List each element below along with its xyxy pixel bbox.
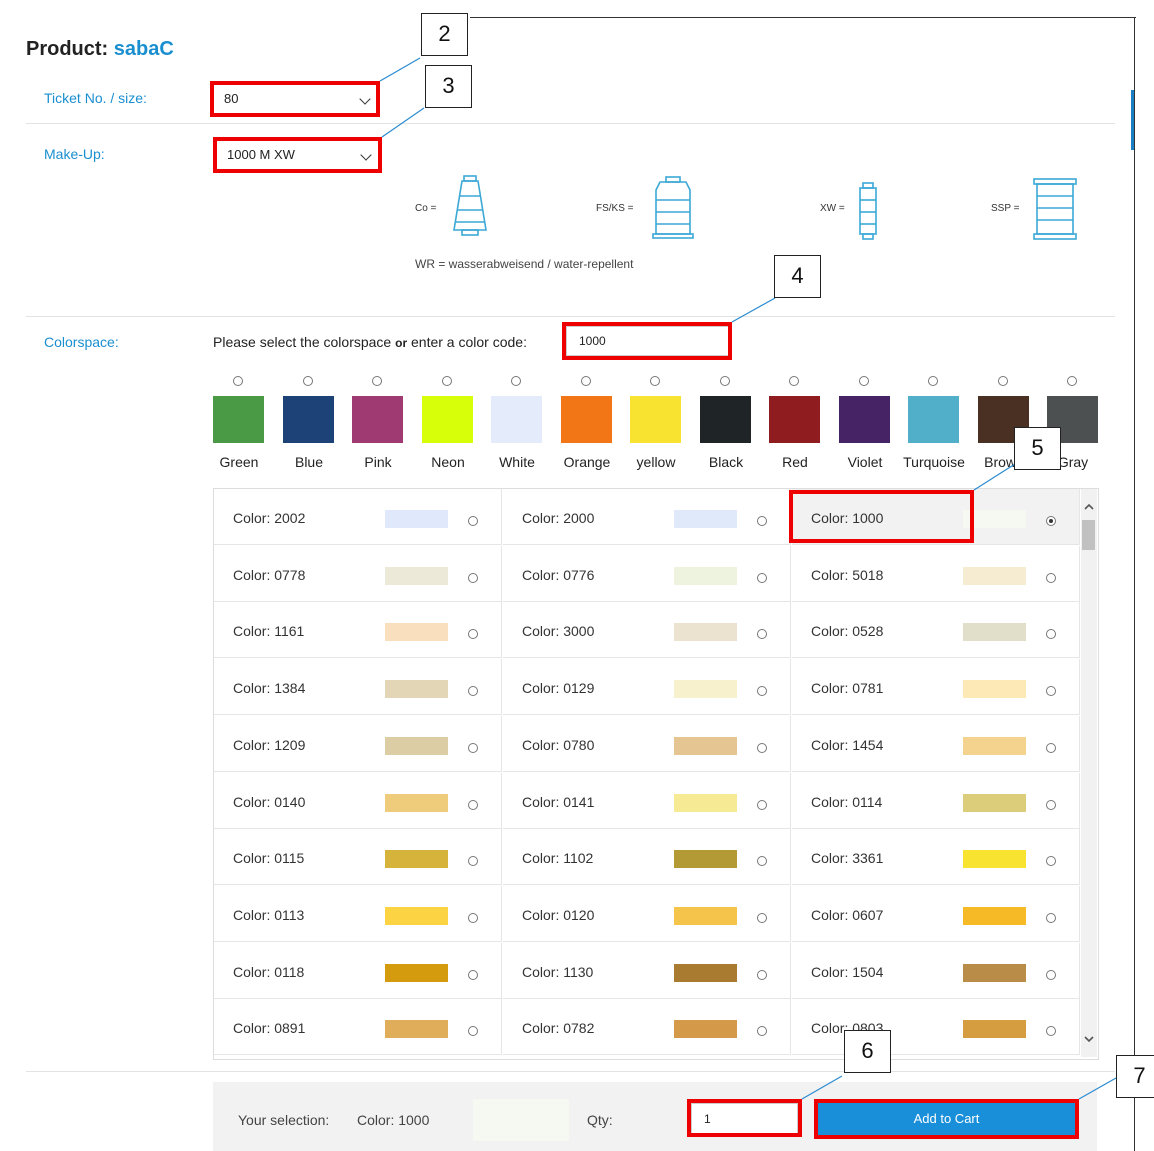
callout-7: 7 <box>1116 1055 1154 1098</box>
callout-6: 6 <box>844 1030 891 1073</box>
callout-4: 4 <box>774 255 821 298</box>
callout-2: 2 <box>421 13 468 56</box>
callout-leaders <box>379 57 1117 1100</box>
callout-5: 5 <box>1014 427 1061 470</box>
callout-3: 3 <box>425 65 472 108</box>
